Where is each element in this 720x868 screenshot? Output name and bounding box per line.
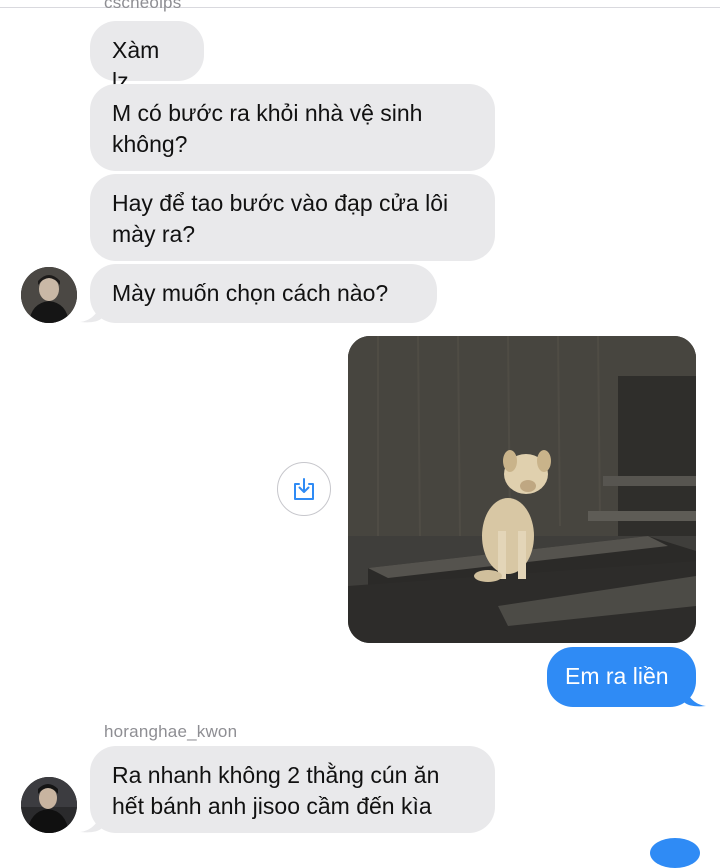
outgoing-message-bubble[interactable]: Em ra liền bbox=[547, 647, 696, 707]
download-icon bbox=[294, 478, 314, 500]
message-text: Hay để tao bước vào đạp cửa lôi mày ra? bbox=[112, 190, 449, 247]
bubble-tail bbox=[684, 686, 706, 707]
message-bubble[interactable]: M có bước ra khỏi nhà vệ sinh không? bbox=[90, 84, 495, 171]
avatar[interactable] bbox=[21, 777, 77, 833]
sender-name: cscheoips bbox=[104, 0, 182, 12]
message-text: M có bước ra khỏi nhà vệ sinh không? bbox=[112, 100, 423, 157]
partial-action-button[interactable] bbox=[650, 838, 700, 868]
message-text: Ra nhanh không 2 thằng cún ăn hết bánh a… bbox=[112, 762, 440, 819]
message-text: Em ra liền bbox=[565, 663, 669, 689]
avatar[interactable] bbox=[21, 267, 77, 323]
bubble-tail bbox=[80, 812, 102, 833]
message-bubble[interactable]: Xàm lz bbox=[90, 21, 204, 94]
sender-name: horanghae_kwon bbox=[104, 722, 238, 741]
bubble-tail bbox=[80, 302, 102, 323]
message-bubble[interactable]: Ra nhanh không 2 thằng cún ăn hết bánh a… bbox=[90, 746, 495, 833]
shared-photo[interactable] bbox=[348, 336, 696, 643]
message-text: Mày muốn chọn cách nào? bbox=[112, 280, 389, 306]
message-bubble[interactable]: Mày muốn chọn cách nào? bbox=[90, 264, 437, 323]
save-photo-button[interactable] bbox=[277, 462, 331, 516]
message-bubble[interactable]: Hay để tao bước vào đạp cửa lôi mày ra? bbox=[90, 174, 495, 261]
